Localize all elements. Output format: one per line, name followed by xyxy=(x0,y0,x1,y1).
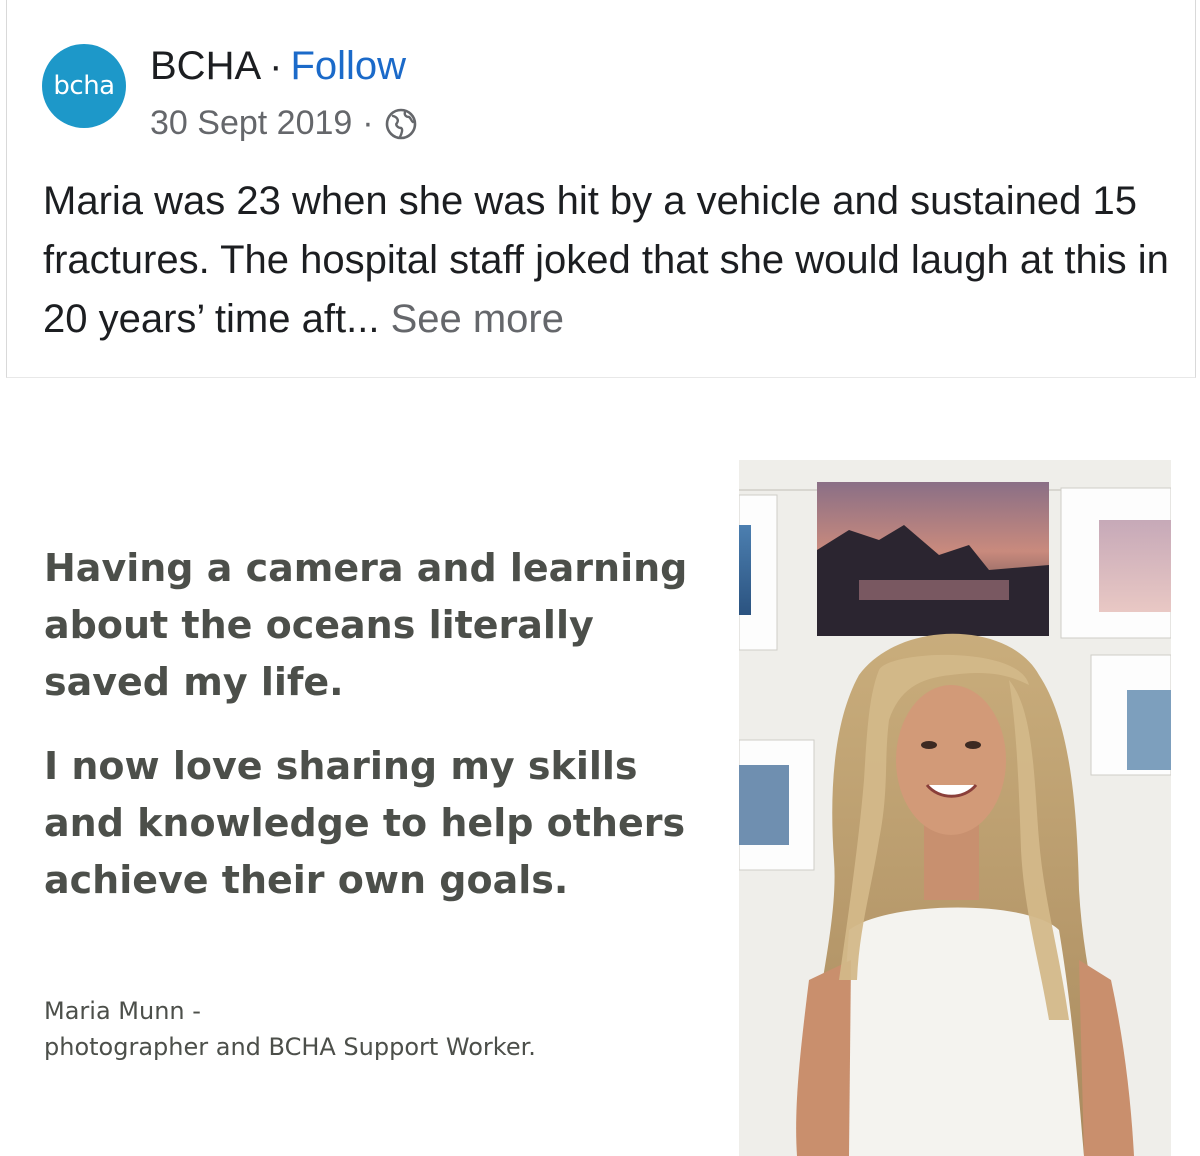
quote-block: Having a camera and learning about the o… xyxy=(44,540,704,936)
attribution: Maria Munn - photographer and BCHA Suppo… xyxy=(44,993,536,1065)
post-header: BCHA · Follow xyxy=(150,44,406,89)
facebook-post: bcha BCHA · Follow 30 Sept 2019 · Maria was… xyxy=(6,0,1196,378)
separator: · xyxy=(269,44,283,88)
post-date[interactable]: 30 Sept 2019 xyxy=(150,104,352,143)
post-text: Maria was 23 when she was hit by a vehic… xyxy=(43,172,1183,349)
post-body: Maria was 23 when she was hit by a vehic… xyxy=(43,179,1169,341)
quote-paragraph-2: I now love sharing my skills and knowled… xyxy=(44,744,686,902)
attribution-name: Maria Munn - xyxy=(44,997,201,1025)
meta-separator: · xyxy=(362,104,374,142)
globe-icon xyxy=(384,107,418,141)
avatar-logo-text: bcha xyxy=(53,71,115,101)
post-meta: 30 Sept 2019 · xyxy=(150,104,418,143)
page-avatar[interactable]: bcha xyxy=(42,44,126,128)
portrait-photo xyxy=(739,460,1171,1156)
see-more-link[interactable]: See more xyxy=(391,297,564,341)
attribution-role: photographer and BCHA Support Worker. xyxy=(44,1033,536,1061)
portrait-illustration xyxy=(739,460,1171,1156)
page-name-link[interactable]: BCHA xyxy=(150,44,261,88)
quote-paragraph-1: Having a camera and learning about the o… xyxy=(44,546,688,704)
follow-button[interactable]: Follow xyxy=(290,44,406,88)
